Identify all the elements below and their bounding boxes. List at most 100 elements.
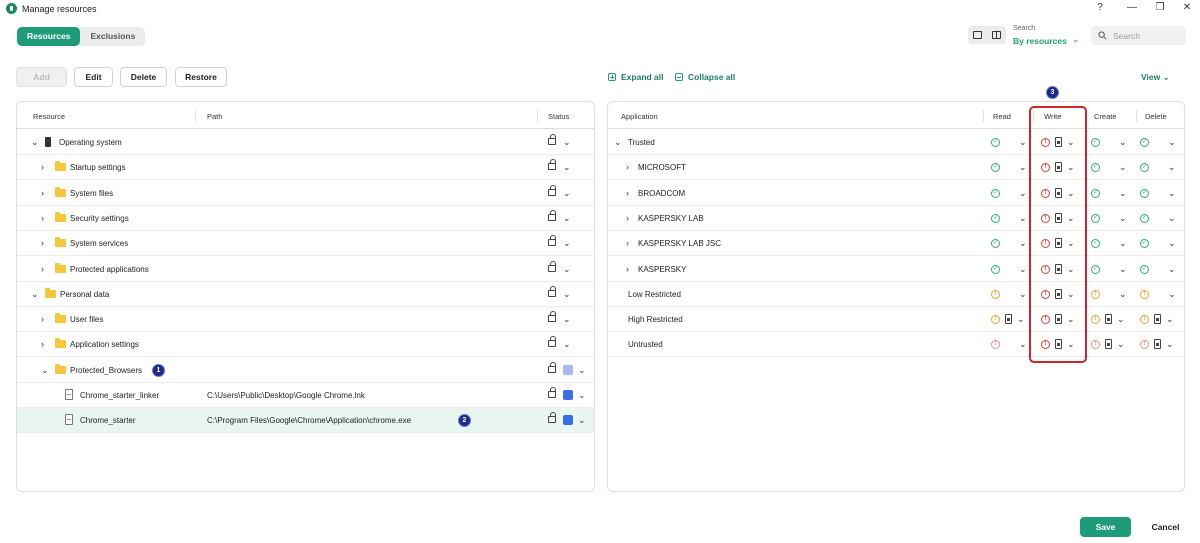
chevron-down-icon[interactable]: ⌄	[563, 162, 571, 173]
chevron-down-icon[interactable]: ⌄	[1019, 162, 1027, 173]
application-row[interactable]: › BROADCOM ✓ ⌄! ⌄ ✓ ⌄ ✓ ⌄	[608, 181, 1184, 206]
chevron-down-icon[interactable]: ⌄	[31, 137, 39, 148]
chevron-down-icon[interactable]: ⌄	[1019, 339, 1027, 350]
expand-all-link[interactable]: Expand all	[608, 72, 664, 82]
collapse-all-link[interactable]: Collapse all	[675, 72, 735, 82]
column-write[interactable]: Write	[1044, 112, 1061, 121]
lock-icon[interactable]	[548, 412, 556, 424]
chevron-down-icon[interactable]: ⌄	[578, 365, 586, 376]
chevron-down-icon[interactable]: ⌄	[1019, 213, 1027, 224]
lock-icon[interactable]	[548, 361, 556, 373]
column-read[interactable]: Read	[993, 112, 1011, 121]
resource-row[interactable]: › Startup settings ⌄	[17, 155, 594, 181]
chevron-down-icon[interactable]: ⌄	[1117, 339, 1125, 350]
lock-icon[interactable]	[548, 209, 556, 221]
chevron-down-icon[interactable]: ⌄	[578, 415, 586, 426]
column-path[interactable]: Path	[207, 112, 222, 121]
chevron-down-icon[interactable]: ⌄	[1019, 264, 1027, 275]
resource-row[interactable]: ⌄ Operating system ⌄	[17, 130, 594, 155]
application-row[interactable]: Untrusted! ⌄! ⌄! ⌄! ⌄	[608, 332, 1184, 358]
chevron-down-icon[interactable]: ⌄	[563, 264, 571, 275]
chevron-right-icon[interactable]: ›	[626, 264, 629, 274]
lock-icon[interactable]	[548, 134, 556, 145]
chevron-right-icon[interactable]: ›	[626, 188, 629, 198]
resource-row[interactable]: Chrome_starter C:\Program Files\Google\Ch…	[17, 408, 594, 434]
chevron-down-icon[interactable]: ⌄	[1067, 339, 1075, 350]
chevron-right-icon[interactable]: ›	[41, 264, 44, 274]
chevron-down-icon[interactable]: ⌄	[1119, 137, 1127, 148]
column-delete[interactable]: Delete	[1145, 112, 1167, 121]
resource-row[interactable]: › System services ⌄	[17, 231, 594, 257]
chevron-down-icon[interactable]: ⌄	[1168, 137, 1176, 148]
chevron-down-icon[interactable]: ⌄	[1067, 188, 1075, 199]
chevron-right-icon[interactable]: ›	[41, 339, 44, 349]
column-application[interactable]: Application	[621, 112, 658, 121]
chevron-right-icon[interactable]: ›	[41, 188, 44, 198]
single-pane-icon[interactable]	[973, 31, 982, 39]
cancel-button[interactable]: Cancel	[1141, 517, 1190, 537]
edit-button[interactable]: Edit	[74, 67, 113, 87]
chevron-down-icon[interactable]: ⌄	[563, 137, 571, 148]
chevron-down-icon[interactable]: ⌄	[1119, 213, 1127, 224]
view-menu[interactable]: View ⌄	[1141, 72, 1170, 83]
chevron-down-icon[interactable]: ⌄	[563, 188, 571, 199]
search-mode-select[interactable]: By resources	[1013, 36, 1067, 46]
chevron-down-icon[interactable]: ⌄	[1019, 238, 1027, 249]
chevron-down-icon[interactable]: ⌄	[1067, 162, 1075, 173]
chevron-down-icon[interactable]: ⌄	[31, 289, 39, 300]
chevron-down-icon[interactable]: ⌄	[1019, 289, 1027, 300]
chevron-down-icon[interactable]: ⌄	[614, 137, 622, 148]
tab-resources[interactable]: Resources	[17, 27, 81, 46]
resource-row[interactable]: › Protected applications ⌄	[17, 257, 594, 282]
chevron-down-icon[interactable]: ⌄	[1019, 137, 1027, 148]
chevron-right-icon[interactable]: ›	[626, 238, 629, 248]
lock-icon[interactable]	[548, 285, 556, 297]
chevron-right-icon[interactable]: ›	[41, 162, 44, 172]
chevron-down-icon[interactable]: ⌄	[1166, 339, 1174, 350]
chevron-down-icon[interactable]: ⌄	[563, 314, 571, 325]
chevron-down-icon[interactable]: ⌄	[1067, 238, 1075, 249]
lock-icon[interactable]	[548, 159, 556, 171]
chevron-right-icon[interactable]: ›	[626, 213, 629, 223]
resource-row[interactable]: Chrome_starter_linker C:\Users\Public\Des…	[17, 383, 594, 408]
application-row[interactable]: High Restricted! ⌄! ⌄! ⌄! ⌄	[608, 307, 1184, 333]
chevron-right-icon[interactable]: ›	[626, 162, 629, 172]
chevron-down-icon[interactable]: ⌄	[1117, 314, 1125, 325]
chevron-down-icon[interactable]: ⌄	[1168, 213, 1176, 224]
chevron-down-icon[interactable]: ⌄	[1067, 213, 1075, 224]
chevron-down-icon[interactable]: ⌄	[1166, 314, 1174, 325]
chevron-down-icon[interactable]: ⌄	[1119, 238, 1127, 249]
resource-row[interactable]: › Application settings ⌄	[17, 332, 594, 358]
chevron-down-icon[interactable]: ⌄	[1168, 289, 1176, 300]
chevron-down-icon[interactable]: ⌄	[1072, 34, 1080, 45]
help-button[interactable]: ?	[1093, 2, 1107, 14]
chevron-down-icon[interactable]: ⌄	[1168, 264, 1176, 275]
resource-row[interactable]: › Security settings ⌄	[17, 206, 594, 231]
lock-icon[interactable]	[548, 235, 556, 247]
lock-icon[interactable]	[548, 184, 556, 196]
column-status[interactable]: Status	[548, 112, 569, 121]
application-row[interactable]: Low Restricted! ⌄! ⌄! ⌄! ⌄	[608, 282, 1184, 307]
chevron-down-icon[interactable]: ⌄	[1119, 264, 1127, 275]
minimize-button[interactable]: —	[1125, 2, 1139, 14]
chevron-down-icon[interactable]: ⌄	[1067, 264, 1075, 275]
chevron-down-icon[interactable]: ⌄	[1119, 162, 1127, 173]
resource-row[interactable]: › User files ⌄	[17, 307, 594, 333]
lock-icon[interactable]	[548, 387, 556, 398]
chevron-down-icon[interactable]: ⌄	[1168, 162, 1176, 173]
chevron-down-icon[interactable]: ⌄	[563, 339, 571, 350]
chevron-down-icon[interactable]: ⌄	[1017, 314, 1025, 325]
split-pane-icon[interactable]	[992, 31, 1001, 39]
chevron-down-icon[interactable]: ⌄	[1067, 137, 1075, 148]
chevron-right-icon[interactable]: ›	[41, 213, 44, 223]
chevron-right-icon[interactable]: ›	[41, 238, 44, 248]
restore-button[interactable]: Restore	[175, 67, 227, 87]
lock-icon[interactable]	[548, 336, 556, 348]
resource-row[interactable]: ⌄ Protected_Browsers ⌄ 1	[17, 358, 594, 383]
chevron-right-icon[interactable]: ›	[41, 314, 44, 324]
application-row[interactable]: › MICROSOFT ✓ ⌄! ⌄ ✓ ⌄ ✓ ⌄	[608, 155, 1184, 181]
save-button[interactable]: Save	[1080, 517, 1131, 537]
application-row[interactable]: › KASPERSKY LAB JSC ✓ ⌄! ⌄ ✓ ⌄ ✓ ⌄	[608, 231, 1184, 257]
chevron-down-icon[interactable]: ⌄	[563, 238, 571, 249]
chevron-down-icon[interactable]: ⌄	[578, 390, 586, 401]
